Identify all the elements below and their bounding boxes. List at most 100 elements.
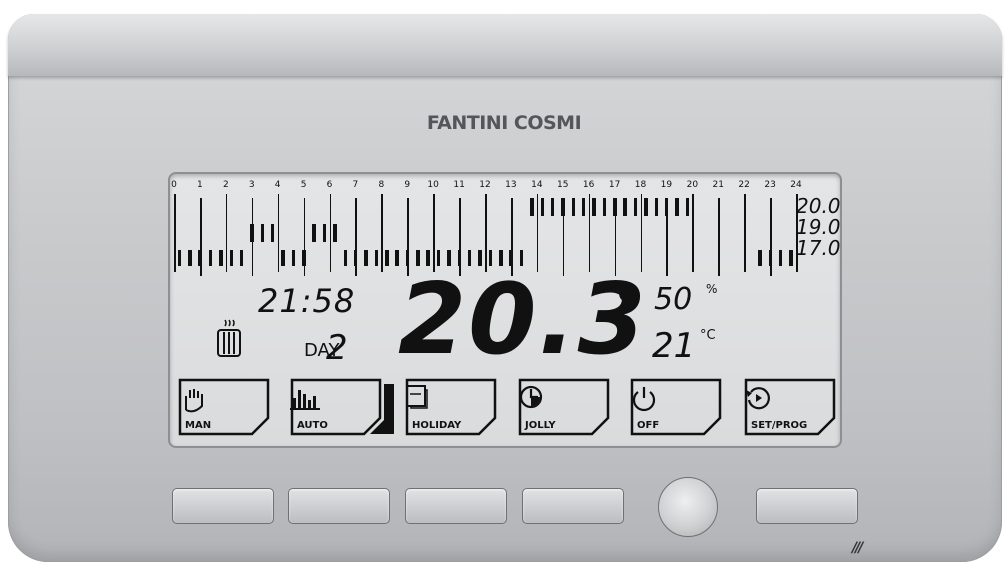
- day-number: 2: [326, 328, 348, 368]
- hour-tick: [744, 194, 746, 272]
- hour-label: 2: [222, 180, 229, 190]
- program-segment: [633, 198, 638, 216]
- program-segment: [778, 250, 783, 266]
- brand-logo: FANTINI COSMI: [426, 112, 582, 134]
- mode-jolly[interactable]: JOLLY: [518, 378, 610, 436]
- program-segment: [561, 198, 565, 216]
- setpoint-readout: 21: [652, 326, 696, 366]
- hour-tick: [381, 194, 383, 272]
- hour-label: 14: [531, 180, 543, 190]
- hour-label: 5: [300, 180, 307, 190]
- hour-label: 18: [634, 180, 647, 190]
- hour-tick: [433, 194, 435, 272]
- program-segment: [239, 250, 244, 266]
- button-auto[interactable]: [288, 488, 390, 524]
- program-segment: [208, 250, 213, 266]
- clock-readout: 21:58: [258, 282, 356, 320]
- scale-mid: 19.0: [796, 215, 841, 239]
- hour-label: 8: [378, 180, 385, 190]
- program-segment: [260, 224, 265, 242]
- mode-holiday[interactable]: HOLIDAY: [405, 378, 497, 436]
- hour-label: 12: [479, 180, 491, 190]
- temperature-scale: 20.0 19.0 17.0: [796, 194, 841, 260]
- hour-label: 20: [686, 180, 699, 190]
- mode-label: OFF: [637, 420, 660, 431]
- mode-man[interactable]: MAN: [178, 378, 270, 436]
- mode-off[interactable]: OFF: [630, 378, 722, 436]
- mode-auto[interactable]: AUTO: [290, 378, 394, 436]
- program-segment: [353, 250, 358, 266]
- program-segment: [198, 250, 202, 266]
- hour-label: 7: [352, 180, 359, 190]
- mode-label: JOLLY: [525, 420, 556, 431]
- program-segment: [281, 250, 285, 266]
- program-segment: [333, 224, 337, 242]
- program-segment: [364, 250, 368, 266]
- setpoint-unit: °C: [700, 328, 716, 343]
- program-segment: [177, 250, 182, 266]
- program-segment: [219, 250, 223, 266]
- hour-label: 4: [274, 180, 281, 190]
- hour-label: 10: [427, 180, 439, 190]
- hour-label: 1: [197, 180, 203, 190]
- program-segment: [789, 250, 793, 266]
- hour-label: 0: [171, 180, 177, 190]
- hour-label: 3: [248, 180, 255, 190]
- hour-tick: [485, 194, 487, 272]
- mode-set-prog[interactable]: SET/PROG: [744, 378, 836, 436]
- hand-icon: [185, 389, 203, 413]
- power-knob[interactable]: [658, 477, 718, 537]
- radiator-icon: [217, 319, 241, 357]
- hour-scale: 0 1 2 3 4 5 6 7 8 9 10 11 12 13 14 15 16 17 18 19 20 21 22 23 24: [171, 180, 814, 192]
- program-segment: [229, 250, 234, 266]
- hour-label: 21: [712, 180, 724, 190]
- button-holiday[interactable]: [405, 488, 507, 524]
- scale-high: 20.0: [796, 194, 841, 218]
- mode-label: SET/PROG: [751, 420, 808, 431]
- program-segment: [385, 250, 389, 266]
- program-segment: [291, 250, 296, 266]
- hour-tick: [225, 194, 228, 272]
- program-segment: [675, 198, 679, 216]
- mode-label: HOLIDAY: [412, 420, 462, 431]
- button-set-prog[interactable]: [756, 488, 858, 524]
- hour-tick: [277, 194, 280, 272]
- hour-label: 16: [582, 180, 595, 190]
- program-segment: [540, 198, 545, 216]
- program-segment: [758, 250, 762, 266]
- button-man[interactable]: [172, 488, 274, 524]
- hour-label: 15: [557, 180, 569, 190]
- hour-tick: [536, 194, 539, 272]
- program-segment: [270, 224, 275, 242]
- hour-label: 13: [505, 180, 517, 190]
- hour-label: 19: [660, 180, 673, 190]
- mode-label: AUTO: [297, 420, 328, 431]
- hour-tick: [329, 194, 332, 272]
- hour-tick: [692, 194, 694, 272]
- program-segment: [188, 250, 192, 266]
- hour-label: 23: [764, 180, 776, 190]
- program-segment: [374, 250, 379, 266]
- hour-tick: [640, 194, 643, 272]
- hour-label: 11: [453, 180, 465, 190]
- scale-low: 17.0: [796, 236, 841, 260]
- program-segment: [550, 198, 555, 216]
- program-segment: [312, 224, 316, 242]
- hour-label: 17: [608, 180, 621, 190]
- power-icon: [632, 387, 656, 412]
- program-segment: [623, 198, 627, 216]
- button-jolly[interactable]: [522, 488, 624, 524]
- humidity-readout: 50: [654, 282, 693, 317]
- humidity-unit: %: [706, 282, 718, 296]
- hour-tick: [588, 194, 591, 272]
- cycle-icon: [746, 387, 770, 410]
- program-segment: [530, 198, 534, 216]
- program-segment: [654, 198, 659, 216]
- hour-label: 22: [738, 180, 750, 190]
- program-segment: [343, 250, 348, 266]
- program-segment: [644, 198, 648, 216]
- program-segment: [250, 224, 254, 242]
- program-segment: [581, 198, 586, 216]
- program-segment: [602, 198, 607, 216]
- temperature-unit: °C: [608, 282, 632, 306]
